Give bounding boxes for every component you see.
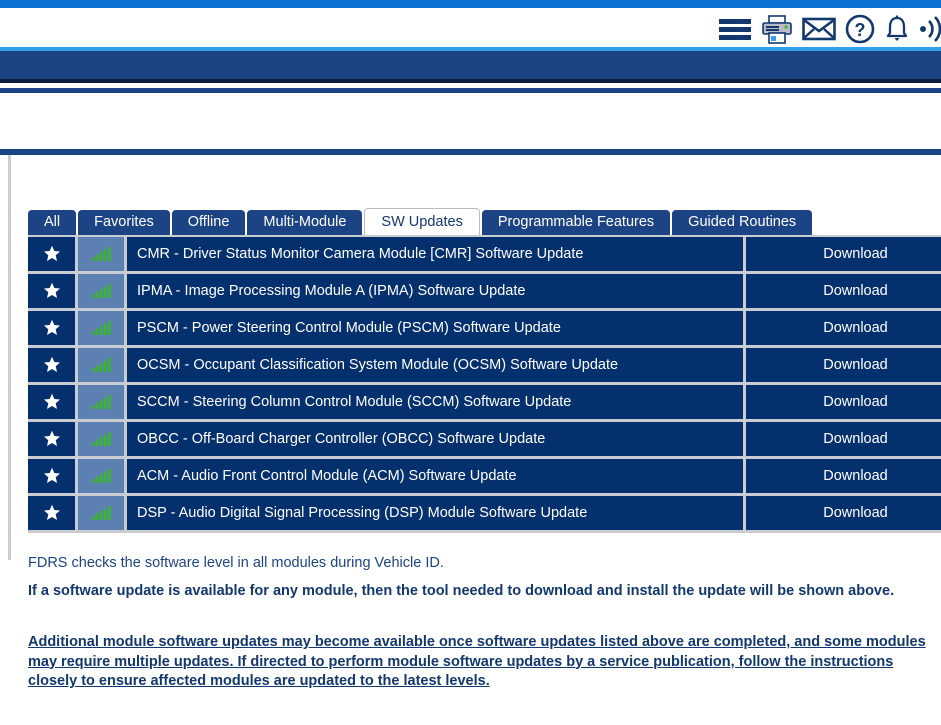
module-name-cell: SCCM - Steering Column Control Module (S…: [127, 385, 743, 419]
star-icon[interactable]: [28, 348, 75, 382]
tab-favorites[interactable]: Favorites: [78, 210, 170, 235]
tab-guided-routines[interactable]: Guided Routines: [672, 210, 813, 235]
table-row: IPMA - Image Processing Module A (IPMA) …: [28, 274, 941, 308]
tab-sw-updates[interactable]: SW Updates: [364, 208, 480, 235]
software-update-table: CMR - Driver Status Monitor Camera Modul…: [28, 235, 941, 533]
printer-icon[interactable]: [761, 14, 793, 44]
table-row: CMR - Driver Status Monitor Camera Modul…: [28, 237, 941, 271]
download-link[interactable]: Download: [746, 422, 941, 456]
module-name-cell: PSCM - Power Steering Control Module (PS…: [127, 311, 743, 345]
signal-bars-icon[interactable]: [78, 422, 124, 456]
star-icon[interactable]: [28, 422, 75, 456]
signal-bars-icon[interactable]: [78, 237, 124, 271]
table-row: SCCM - Steering Column Control Module (S…: [28, 385, 941, 419]
note-link-line-3[interactable]: Additional module software updates may b…: [28, 633, 933, 692]
header-icon-group: ?: [718, 14, 941, 44]
download-link[interactable]: Download: [746, 459, 941, 493]
table-row: DSP - Audio Digital Signal Processing (D…: [28, 496, 941, 530]
module-name-cell: ACM - Audio Front Control Module (ACM) S…: [127, 459, 743, 493]
tab-programmable-features[interactable]: Programmable Features: [481, 210, 671, 235]
download-link[interactable]: Download: [746, 385, 941, 419]
module-name-cell: IPMA - Image Processing Module A (IPMA) …: [127, 274, 743, 308]
tab-multi-module[interactable]: Multi-Module: [247, 210, 363, 235]
module-list-panel: All Favorites Offline Multi-Module SW Update…: [0, 155, 941, 725]
star-icon[interactable]: [28, 385, 75, 419]
navy-context-bar: [0, 51, 941, 79]
signal-bars-icon[interactable]: [78, 459, 124, 493]
download-link[interactable]: Download: [746, 496, 941, 530]
star-icon[interactable]: [28, 311, 75, 345]
signal-broadcast-icon[interactable]: [919, 14, 941, 44]
download-link[interactable]: Download: [746, 311, 941, 345]
hamburger-menu-icon[interactable]: [718, 16, 752, 42]
left-rail-divider: [8, 155, 11, 560]
download-link[interactable]: Download: [746, 274, 941, 308]
svg-text:?: ?: [855, 20, 866, 40]
search-toolbar: Download All: [0, 93, 941, 228]
download-link[interactable]: Download: [746, 237, 941, 271]
signal-bars-icon[interactable]: [78, 311, 124, 345]
note-line-2: If a software update is available for an…: [28, 583, 895, 599]
module-name-cell: OBCC - Off-Board Charger Controller (OBC…: [127, 422, 743, 456]
signal-bars-icon[interactable]: [78, 496, 124, 530]
signal-bars-icon[interactable]: [78, 385, 124, 419]
table-row: OBCC - Off-Board Charger Controller (OBC…: [28, 422, 941, 456]
download-link[interactable]: Download: [746, 348, 941, 382]
module-name-cell: CMR - Driver Status Monitor Camera Modul…: [127, 237, 743, 271]
table-row: ACM - Audio Front Control Module (ACM) S…: [28, 459, 941, 493]
top-accent-strip: [0, 0, 941, 8]
tab-offline[interactable]: Offline: [171, 210, 246, 235]
star-icon[interactable]: [28, 459, 75, 493]
tab-all[interactable]: All: [28, 210, 77, 235]
module-name-cell: DSP - Audio Digital Signal Processing (D…: [127, 496, 743, 530]
signal-bars-icon[interactable]: [78, 274, 124, 308]
help-question-icon[interactable]: ?: [845, 14, 875, 44]
star-icon[interactable]: [28, 274, 75, 308]
tab-bar: All Favorites Offline Multi-Module SW Update…: [28, 208, 814, 235]
note-line-1: FDRS checks the software level in all mo…: [28, 555, 444, 571]
star-icon[interactable]: [28, 237, 75, 271]
star-icon[interactable]: [28, 496, 75, 530]
table-row: PSCM - Power Steering Control Module (PS…: [28, 311, 941, 345]
notes-block: FDRS checks the software level in all mo…: [28, 555, 933, 692]
bell-icon[interactable]: [884, 14, 910, 44]
module-name-cell: OCSM - Occupant Classification System Mo…: [127, 348, 743, 382]
envelope-icon[interactable]: [802, 16, 836, 42]
header-icon-bar: ?: [0, 8, 941, 47]
signal-bars-icon[interactable]: [78, 348, 124, 382]
table-row: OCSM - Occupant Classification System Mo…: [28, 348, 941, 382]
